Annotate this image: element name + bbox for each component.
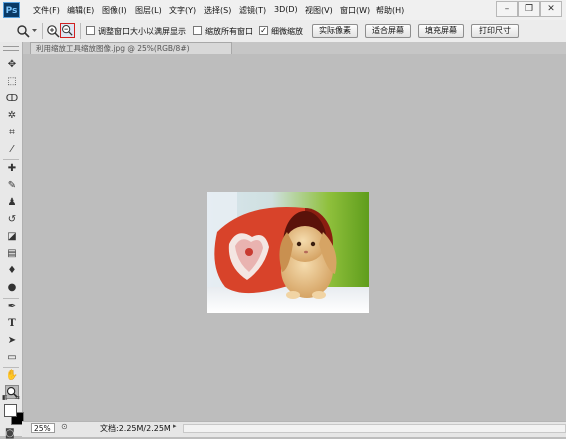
fit-screen-button[interactable]: 适合屏幕 [365, 24, 411, 38]
menu-view[interactable]: 视图(V) [305, 5, 333, 16]
eraser-icon[interactable]: ◪ [5, 230, 19, 244]
separator [42, 23, 43, 39]
document-tab[interactable]: 利用缩放工具缩放图像.jpg @ 25%(RGB/8#) [30, 42, 232, 54]
tools-panel: ✥ ⬚ ↀ ✲ ⌗ ⁄ ✚ ✎ ♟ ↺ ◪ ▤ ♦ ● ✒ T ➤ ▭ ✋ ◧ … [0, 42, 24, 439]
menu-window[interactable]: 窗口(W) [340, 5, 370, 16]
photoshop-logo: Ps [3, 2, 20, 18]
lasso-icon[interactable]: ↀ [5, 92, 19, 106]
pen-icon[interactable]: ✒ [5, 300, 19, 314]
brush-icon[interactable]: ✎ [5, 179, 19, 193]
history-brush-icon[interactable]: ↺ [5, 213, 19, 227]
zoom-all-windows-label: 缩放所有窗口 [205, 27, 253, 36]
clone-stamp-icon[interactable]: ♟ [5, 196, 19, 210]
menu-type[interactable]: 文字(Y) [169, 5, 196, 16]
menu-filter[interactable]: 滤镜(T) [239, 5, 266, 16]
path-select-icon[interactable]: ➤ [5, 334, 19, 348]
menu-select[interactable]: 选择(S) [204, 5, 231, 16]
fill-screen-button[interactable]: 填充屏幕 [418, 24, 464, 38]
document-image [207, 192, 369, 313]
rect-marquee-icon[interactable]: ⬚ [5, 75, 19, 89]
default-colors-icon[interactable]: ◧ [2, 394, 8, 401]
gradient-icon[interactable]: ▤ [5, 247, 19, 261]
restore-button[interactable]: ❐ [518, 1, 540, 17]
zoom-out-icon[interactable] [60, 23, 75, 38]
zoom-in-icon[interactable] [46, 24, 60, 38]
options-bar: 调整窗口大小以满屏显示 缩放所有窗口 ✓ 细微缩放 实际像素 适合屏幕 填充屏幕… [0, 20, 566, 43]
close-button[interactable]: ✕ [540, 1, 562, 17]
separator [80, 23, 81, 39]
dodge-icon[interactable]: ● [5, 281, 19, 295]
menu-3d[interactable]: 3D(D) [274, 5, 298, 14]
eyedropper-icon[interactable]: ⁄ [5, 143, 19, 157]
quick-mask-icon[interactable]: ◙ [5, 428, 15, 439]
swap-colors-icon[interactable]: ⇆ [15, 394, 20, 401]
status-menu-arrow-icon[interactable]: ▸ [173, 422, 177, 430]
scrubby-zoom-checkbox[interactable]: ✓ [259, 26, 268, 35]
scrubby-zoom-label: 细微缩放 [271, 27, 303, 36]
type-icon[interactable]: T [5, 317, 19, 331]
menu-bar: Ps 文件(F) 编辑(E) 图像(I) 图层(L) 文字(Y) 选择(S) 滤… [0, 0, 566, 21]
resize-windows-label: 调整窗口大小以满屏显示 [98, 27, 186, 36]
separator [3, 159, 19, 160]
separator [3, 367, 19, 368]
crop-icon[interactable]: ⌗ [5, 126, 19, 140]
menu-file[interactable]: 文件(F) [33, 5, 60, 16]
blur-icon[interactable]: ♦ [5, 264, 19, 278]
actual-pixels-button[interactable]: 实际像素 [312, 24, 358, 38]
panel-grip[interactable] [3, 46, 19, 51]
menu-edit[interactable]: 编辑(E) [67, 5, 94, 16]
document-info-icon[interactable]: ⊙ [61, 422, 68, 431]
menu-layer[interactable]: 图层(L) [135, 5, 162, 16]
foreground-color-swatch[interactable] [4, 404, 17, 417]
rectangle-shape-icon[interactable]: ▭ [5, 351, 19, 365]
separator [3, 298, 19, 299]
horizontal-scrollbar[interactable] [183, 424, 566, 433]
move-icon[interactable]: ✥ [5, 58, 19, 72]
zoom-tool-preset-icon[interactable] [16, 24, 38, 40]
menu-image[interactable]: 图像(I) [102, 5, 127, 16]
resize-windows-checkbox[interactable] [86, 26, 95, 35]
print-size-button[interactable]: 打印尺寸 [471, 24, 519, 38]
hand-icon[interactable]: ✋ [5, 369, 19, 383]
minimize-button[interactable]: – [496, 1, 518, 17]
menu-help[interactable]: 帮助(H) [376, 5, 404, 16]
zoom-level-field[interactable]: 25% [31, 423, 55, 433]
quick-select-icon[interactable]: ✲ [5, 109, 19, 123]
zoom-all-windows-checkbox[interactable] [193, 26, 202, 35]
document-size-info: 文档:2.25M/2.25M [100, 424, 171, 433]
healing-brush-icon[interactable]: ✚ [5, 162, 19, 176]
